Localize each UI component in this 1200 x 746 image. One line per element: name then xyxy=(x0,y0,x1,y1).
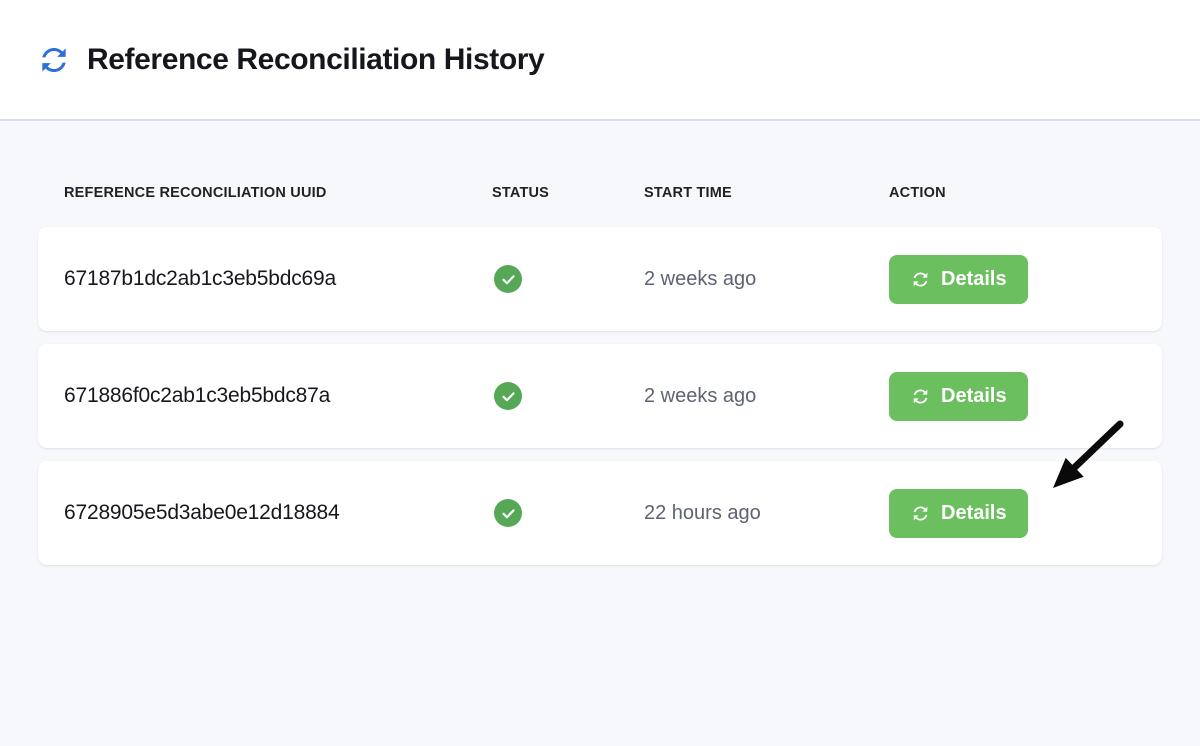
refresh-icon xyxy=(910,386,931,407)
column-header-status: STATUS xyxy=(492,185,644,201)
check-circle-icon xyxy=(494,499,522,527)
details-button-label: Details xyxy=(941,385,1007,408)
table-body: 67187b1dc2ab1c3eb5bdc69a 2 weeks ago Det… xyxy=(38,227,1162,565)
refresh-icon xyxy=(910,269,931,290)
details-button-label: Details xyxy=(941,268,1007,291)
uuid-cell: 6728905e5d3abe0e12d18884 xyxy=(64,501,492,525)
column-header-action: ACTION xyxy=(889,185,1136,201)
status-cell xyxy=(492,382,644,410)
action-cell: Details xyxy=(889,372,1136,421)
details-button[interactable]: Details xyxy=(889,255,1028,304)
reconciliation-history-section: REFERENCE RECONCILIATION UUID STATUS STA… xyxy=(0,121,1200,565)
action-cell: Details xyxy=(889,255,1136,304)
column-header-start-time: START TIME xyxy=(644,185,889,201)
table-row: 67187b1dc2ab1c3eb5bdc69a 2 weeks ago Det… xyxy=(38,227,1162,331)
details-button[interactable]: Details xyxy=(889,489,1028,538)
table-header-row: REFERENCE RECONCILIATION UUID STATUS STA… xyxy=(38,185,1162,201)
status-cell xyxy=(492,265,644,293)
details-button-label: Details xyxy=(941,502,1007,525)
start-time-cell: 2 weeks ago xyxy=(644,385,889,408)
uuid-cell: 671886f0c2ab1c3eb5bdc87a xyxy=(64,384,492,408)
refresh-icon xyxy=(910,503,931,524)
page-header: Reference Reconciliation History xyxy=(0,0,1200,121)
uuid-cell: 67187b1dc2ab1c3eb5bdc69a xyxy=(64,267,492,291)
check-circle-icon xyxy=(494,265,522,293)
action-cell: Details xyxy=(889,489,1136,538)
start-time-cell: 2 weeks ago xyxy=(644,268,889,291)
table-row: 6728905e5d3abe0e12d18884 22 hours ago De… xyxy=(38,461,1162,565)
start-time-cell: 22 hours ago xyxy=(644,502,889,525)
details-button[interactable]: Details xyxy=(889,372,1028,421)
table-row: 671886f0c2ab1c3eb5bdc87a 2 weeks ago Det… xyxy=(38,344,1162,448)
page-title: Reference Reconciliation History xyxy=(87,43,544,77)
status-cell xyxy=(492,499,644,527)
column-header-uuid: REFERENCE RECONCILIATION UUID xyxy=(64,185,492,201)
check-circle-icon xyxy=(494,382,522,410)
refresh-icon xyxy=(36,42,72,78)
